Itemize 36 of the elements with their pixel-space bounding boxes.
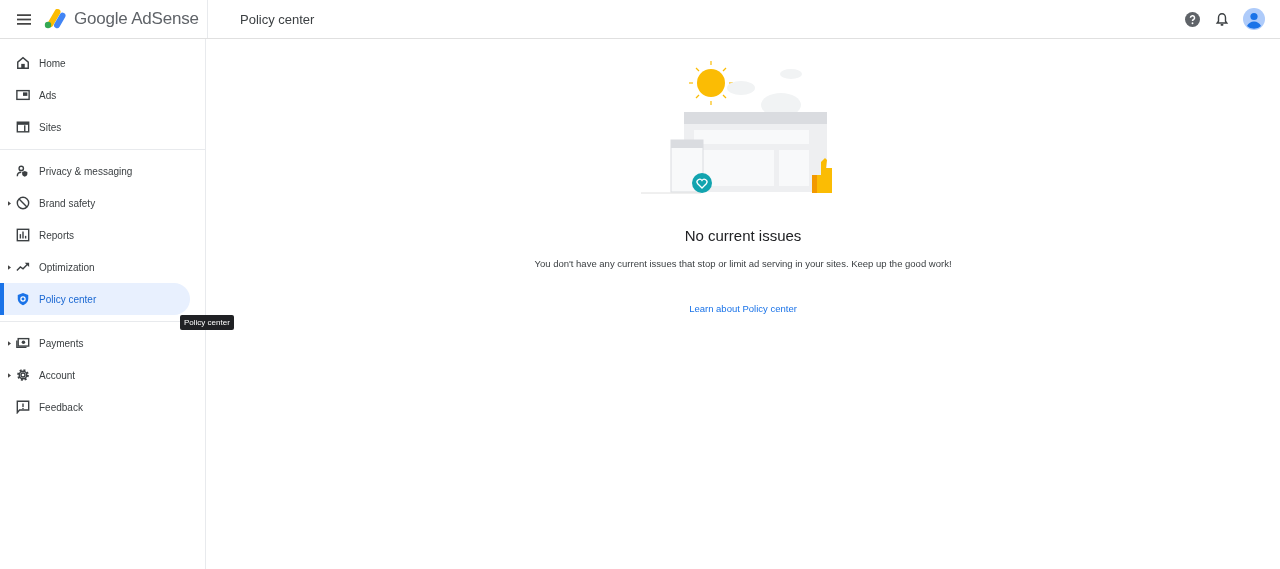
shield-icon (16, 292, 30, 306)
logo-icon (44, 9, 68, 29)
sidebar-item[interactable]: Home (16, 47, 190, 79)
sidebar-item[interactable]: Ads (16, 79, 190, 111)
home-icon (16, 56, 30, 70)
browser-window-icon (16, 120, 30, 134)
tooltip: Policy center (180, 315, 234, 330)
trend-up-icon (16, 260, 30, 274)
sidebar-item[interactable]: Optimization (16, 251, 190, 283)
person-shield-icon (16, 164, 30, 178)
avatar-icon[interactable] (1243, 8, 1265, 30)
empty-state-heading: No current issues (684, 227, 802, 244)
notification-icon[interactable] (1215, 11, 1229, 27)
ad-icon (16, 88, 30, 102)
page-title: Policy center (240, 11, 315, 27)
sidebar-item[interactable]: Feedback (16, 391, 190, 423)
sidebar-item[interactable]: Payments (16, 327, 190, 359)
caret-icon[interactable] (7, 372, 11, 378)
caret-icon[interactable] (7, 264, 11, 270)
menu-icon[interactable] (17, 13, 31, 25)
sidebar-item[interactable]: Privacy & messaging (16, 155, 190, 187)
caret-icon[interactable] (7, 340, 11, 346)
bar-chart-icon (16, 228, 30, 242)
gear-icon (16, 368, 30, 382)
product-name: Google AdSense (74, 9, 199, 29)
sidebar-item[interactable]: Reports (16, 219, 190, 251)
sidebar-item[interactable]: Account (16, 359, 190, 391)
block-icon (16, 196, 30, 210)
payment-icon (16, 336, 30, 350)
sidebar-item[interactable]: Sites (16, 111, 190, 143)
help-icon[interactable] (1185, 11, 1200, 27)
caret-icon[interactable] (7, 200, 11, 206)
empty-state-message: You don't have any current issues that stop or limit ad serving in your sites. Keep up the good work! (534, 258, 952, 269)
feedback-icon (16, 400, 30, 414)
sidebar-item[interactable]: Brand safety (16, 187, 190, 219)
learn-more-link[interactable]: Learn about Policy center (689, 303, 797, 314)
